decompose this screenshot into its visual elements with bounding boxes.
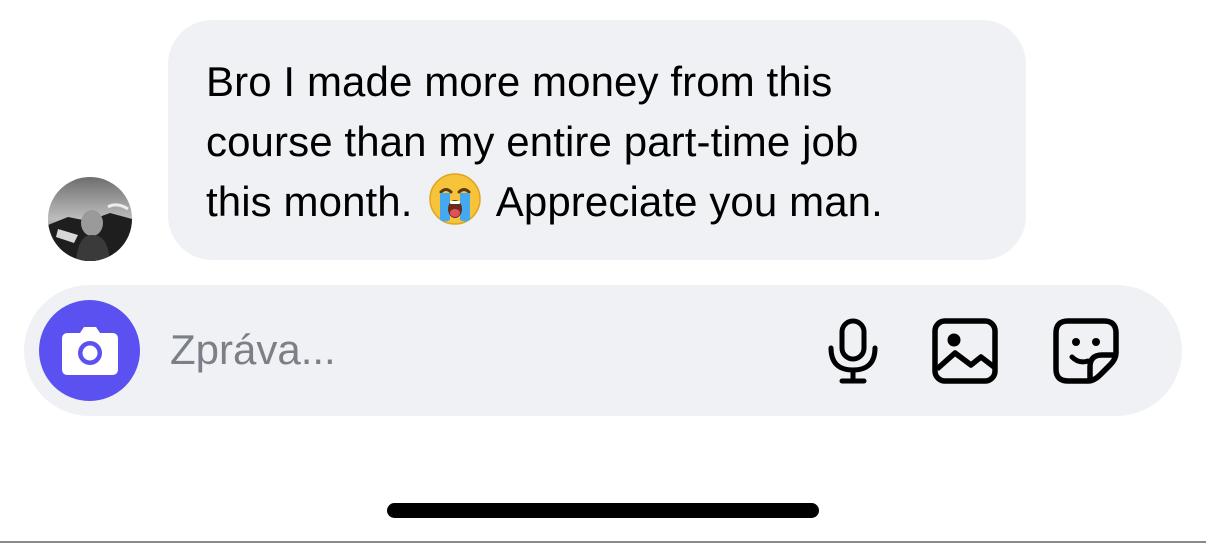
image-gallery-icon (932, 318, 998, 384)
message-input[interactable] (170, 321, 770, 379)
message-line-2: course than my entire part-time job (206, 118, 859, 165)
message-line-3: this month. Appreciate you man. (206, 172, 996, 242)
incoming-message-bubble[interactable]: Bro I made more money from this course t… (168, 20, 1026, 260)
user-avatar-photo-icon (48, 177, 132, 261)
message-line-3-start: this month. (206, 178, 413, 225)
sticker-button[interactable] (1050, 315, 1122, 387)
message-line-3-end: Appreciate you man. (495, 178, 883, 225)
gallery-button[interactable] (929, 315, 1001, 387)
loudly-crying-face-icon (428, 172, 482, 242)
message-composer (24, 285, 1182, 416)
home-indicator[interactable] (387, 503, 819, 518)
sender-avatar[interactable] (48, 177, 132, 261)
camera-button[interactable] (39, 300, 140, 401)
microphone-button[interactable] (817, 315, 889, 387)
message-line-1: Bro I made more money from this (206, 58, 833, 105)
camera-icon (61, 326, 118, 375)
message-text: Bro I made more money from this course t… (206, 52, 996, 242)
sticker-icon (1053, 318, 1119, 384)
microphone-icon (828, 318, 878, 384)
